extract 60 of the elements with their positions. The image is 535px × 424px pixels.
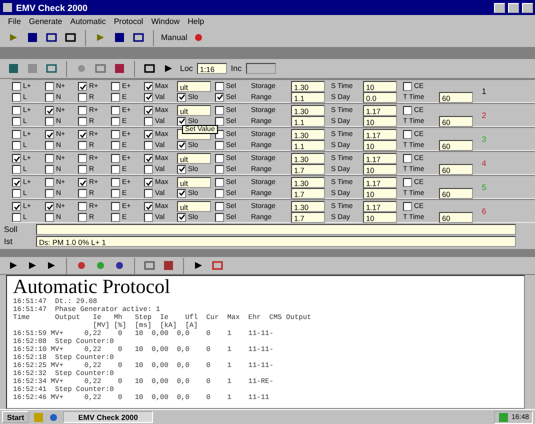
checkmark-icon xyxy=(46,108,52,114)
row-number: 1 xyxy=(480,86,488,96)
checkmark-icon xyxy=(80,84,86,90)
checkmark-icon xyxy=(178,118,184,124)
soll-label: Soll xyxy=(4,224,18,234)
checkmark-icon xyxy=(46,132,52,138)
triangle-icon xyxy=(193,260,204,271)
triangle-icon xyxy=(163,63,174,74)
app-icon xyxy=(2,2,13,13)
dot-icon xyxy=(95,260,106,271)
checkmark-icon xyxy=(146,108,152,114)
checkmark-icon xyxy=(178,94,184,100)
checkmark-icon xyxy=(80,180,86,186)
checkmark-icon xyxy=(14,180,20,186)
menu-item[interactable]: Window xyxy=(151,17,180,26)
checkmark-icon xyxy=(178,214,184,220)
checkmark-icon xyxy=(178,166,184,172)
menu-item[interactable]: Help xyxy=(188,17,204,26)
soll-field[interactable] xyxy=(36,224,516,234)
menu-item[interactable]: File xyxy=(8,17,21,26)
menu-item[interactable]: Generate xyxy=(28,17,62,26)
checkmark-icon xyxy=(14,204,20,210)
row-number: 5 xyxy=(480,182,488,192)
checkmark-icon xyxy=(146,132,152,138)
mode-label: Manual xyxy=(161,33,188,42)
checkmark-icon xyxy=(178,190,184,196)
inc-label: Inc xyxy=(230,64,242,73)
checkmark-icon xyxy=(80,132,86,138)
checkmark-icon xyxy=(146,180,152,186)
dot-icon xyxy=(114,260,125,271)
arrow-icon xyxy=(27,260,38,271)
window-title: EMV Check 2000 xyxy=(16,2,89,12)
arrow-icon xyxy=(8,260,19,271)
checkmark-icon xyxy=(146,204,152,210)
arrow-icon xyxy=(46,260,57,271)
forward-icon xyxy=(95,32,106,43)
menu-item[interactable]: Protocol xyxy=(114,17,144,26)
loc-label: Loc xyxy=(180,64,193,73)
menu-item[interactable]: Automatic xyxy=(70,17,106,26)
play-icon xyxy=(8,32,19,43)
row-number: 2 xyxy=(480,110,488,120)
square-icon xyxy=(144,63,155,74)
checkmark-icon xyxy=(216,94,222,100)
square-icon xyxy=(27,63,38,74)
row-number: 4 xyxy=(480,158,488,168)
checkmark-icon xyxy=(46,204,52,210)
close-button[interactable] xyxy=(522,2,533,12)
checkmark-icon xyxy=(14,156,20,162)
checkmark-icon xyxy=(178,142,184,148)
checkmark-icon xyxy=(146,156,152,162)
tray-icon xyxy=(498,412,510,422)
maximize-button[interactable] xyxy=(508,2,519,12)
row-number: 3 xyxy=(480,134,488,144)
inc-field[interactable] xyxy=(246,63,276,74)
protocol-title: Automatic Protocol xyxy=(13,277,172,298)
minimize-button[interactable] xyxy=(494,2,505,12)
dot-icon xyxy=(76,260,87,271)
ist-label: Ist xyxy=(4,236,14,246)
row-number: 6 xyxy=(480,206,488,216)
stop-icon xyxy=(193,32,204,43)
